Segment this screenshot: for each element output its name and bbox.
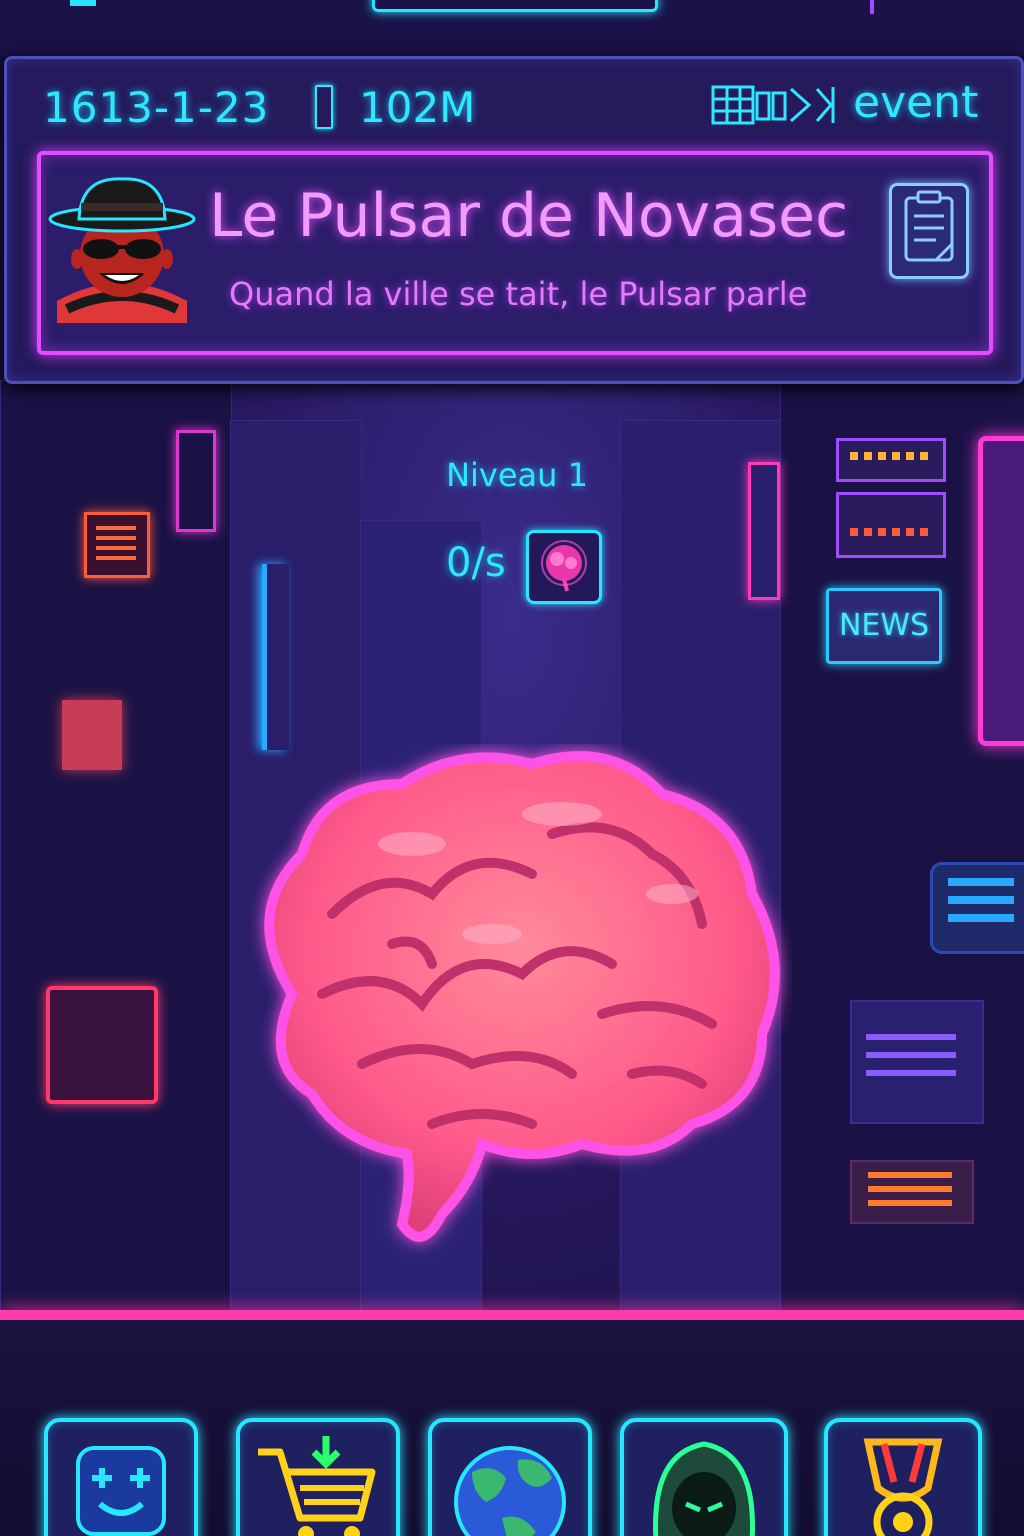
page-title: Le Pulsar de Novasec [209, 181, 849, 251]
game-date: 1613-1-23 [43, 83, 270, 132]
shopping-cart-icon [258, 1436, 376, 1536]
news-button-label: NEWS [838, 608, 930, 643]
brain-clicker[interactable] [232, 744, 792, 1264]
page-subtitle: Quand la ville se tait, le Pulsar parle [229, 275, 808, 313]
header-panel: 1613-1-23 102M event Le Pulsar de Novase… [4, 56, 1024, 384]
nav-button-profile[interactable] [44, 1418, 198, 1536]
separator-icon [315, 85, 333, 129]
event-label: event [853, 77, 979, 128]
ground-line [0, 1310, 1024, 1320]
title-card: Le Pulsar de Novasec Quand la ville se t… [37, 151, 993, 355]
event-arrows-icon [711, 85, 835, 125]
top-decor-mark [70, 0, 96, 6]
globe-icon [454, 1446, 566, 1536]
money-counter: 102M [359, 83, 476, 132]
medal-icon [863, 1438, 943, 1536]
hooded-agent-icon [653, 1441, 755, 1536]
clipboard-icon [904, 190, 954, 262]
clipboard-button[interactable] [889, 183, 969, 279]
top-decor-bar [372, 0, 658, 12]
level-label: Niveau 1 [446, 456, 588, 494]
smiley-robot-icon [76, 1446, 166, 1536]
nav-button-agents[interactable] [620, 1418, 788, 1536]
status-row: 1613-1-23 102M event [7, 59, 1021, 151]
rate-per-second: 0/s [446, 540, 506, 586]
detective-avatar-icon [47, 173, 197, 323]
nav-button-shop[interactable] [236, 1418, 400, 1536]
news-button[interactable]: NEWS [826, 588, 942, 664]
brain-resource-icon [526, 530, 602, 604]
top-decor-mark [870, 0, 874, 14]
nav-button-achievements[interactable] [824, 1418, 982, 1536]
event-button[interactable]: event [707, 77, 997, 133]
nav-button-world[interactable] [428, 1418, 592, 1536]
top-strip [0, 0, 1024, 56]
game-scene: 1613-1-23 102M event Le Pulsar de Novase… [0, 0, 1024, 1536]
